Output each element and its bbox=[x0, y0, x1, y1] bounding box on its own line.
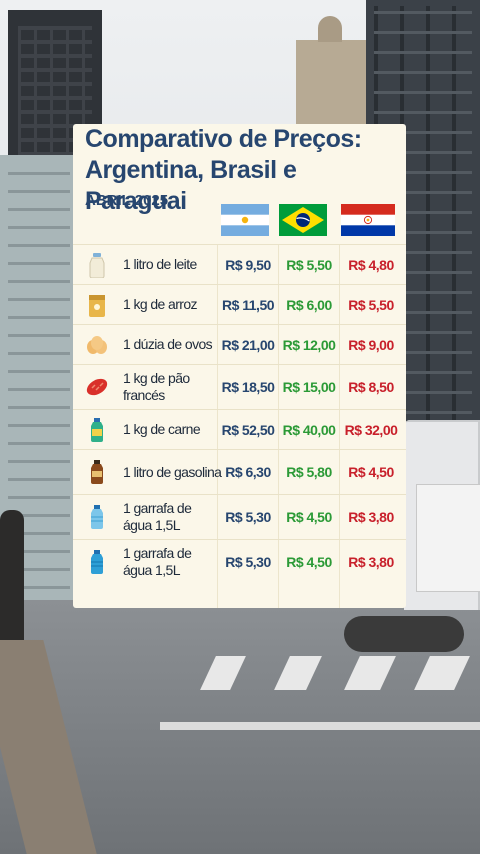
title-line-1: Comparativo de Preços: bbox=[85, 125, 362, 153]
milk-bottle-icon bbox=[89, 253, 105, 278]
item-name: 1 litro de leite bbox=[123, 256, 197, 272]
price-argentina: R$ 18,50 bbox=[221, 379, 275, 395]
price-argentina: R$ 9,50 bbox=[225, 256, 271, 273]
price-argentina: R$ 52,50 bbox=[221, 421, 275, 438]
table-row-arroz: 1 kg de arroz R$ 11,50 R$ 6,00 R$ 5,50 bbox=[73, 284, 406, 324]
table-row-gasolina: 1 litro de gasolina R$ 6,30 R$ 5,80 R$ 4… bbox=[73, 449, 406, 494]
price-brasil: R$ 40,00 bbox=[282, 421, 336, 438]
item-name: 1 litro de gasolina bbox=[123, 463, 222, 480]
white-truck bbox=[344, 420, 480, 652]
price-argentina: R$ 21,00 bbox=[221, 336, 275, 353]
paraguai-flag-icon bbox=[341, 204, 395, 236]
price-brasil: R$ 4,50 bbox=[286, 509, 332, 525]
table-row-carne: 1 kg de carne R$ 52,50 R$ 40,00 R$ 32,00 bbox=[73, 409, 406, 449]
item-name: 1 garrafa de água 1,5L bbox=[123, 500, 192, 533]
argentina-flag-icon bbox=[221, 204, 269, 236]
price-brasil: R$ 5,50 bbox=[286, 256, 332, 273]
meat-bottle-icon bbox=[91, 418, 103, 442]
lane-marking bbox=[160, 722, 480, 730]
bread-icon bbox=[86, 378, 108, 396]
price-paraguai: R$ 9,00 bbox=[348, 336, 394, 353]
eggs-icon bbox=[87, 336, 107, 354]
price-paraguai: R$ 4,80 bbox=[348, 256, 394, 273]
price-paraguai: R$ 8,50 bbox=[348, 379, 394, 395]
table-row-pao: 1 kg de pão francés R$ 18,50 R$ 15,00 R$… bbox=[73, 364, 406, 409]
table-row-ovos: 1 dúzia de ovos R$ 21,00 R$ 12,00 R$ 9,0… bbox=[73, 324, 406, 364]
pedestrian bbox=[0, 510, 24, 640]
price-table: 1 litro de leite R$ 9,50 R$ 5,50 R$ 4,80… bbox=[73, 244, 406, 584]
price-paraguai: R$ 5,50 bbox=[348, 296, 394, 313]
price-brasil: R$ 12,00 bbox=[282, 336, 336, 353]
brasil-flag-icon bbox=[279, 204, 327, 236]
table-row-leite: 1 litro de leite R$ 9,50 R$ 5,50 R$ 4,80 bbox=[73, 244, 406, 284]
price-paraguai: R$ 3,80 bbox=[348, 554, 394, 570]
price-brasil: R$ 4,50 bbox=[286, 554, 332, 570]
price-argentina: R$ 5,30 bbox=[225, 554, 271, 570]
item-name: 1 kg de pão francés bbox=[123, 370, 190, 403]
date-subtitle: ABRIL 2025 bbox=[85, 192, 169, 209]
rice-bag-icon bbox=[89, 295, 105, 317]
price-comparison-card: Comparativo de Preços: Argentina, Brasil… bbox=[73, 124, 406, 608]
price-paraguai: R$ 4,50 bbox=[348, 464, 394, 480]
price-argentina: R$ 11,50 bbox=[221, 296, 275, 313]
price-argentina: R$ 5,30 bbox=[225, 509, 271, 525]
water-bottle-icon bbox=[91, 550, 103, 574]
item-name: 1 dúzia de ovos bbox=[123, 336, 213, 352]
price-brasil: R$ 6,00 bbox=[286, 296, 332, 313]
price-argentina: R$ 6,30 bbox=[225, 464, 271, 480]
item-name: 1 kg de carne bbox=[123, 421, 201, 437]
table-row-agua: 1 garrafa de água 1,5L R$ 5,30 R$ 4,50 R… bbox=[73, 539, 406, 584]
price-paraguai: R$ 3,80 bbox=[348, 509, 394, 525]
table-row-agua: 1 garrafa de água 1,5L R$ 5,30 R$ 4,50 R… bbox=[73, 494, 406, 539]
price-brasil: R$ 5,80 bbox=[286, 464, 332, 480]
item-name: 1 kg de arroz bbox=[123, 296, 198, 312]
item-name: 1 garrafa de água 1,5L bbox=[123, 545, 192, 578]
price-brasil: R$ 15,00 bbox=[282, 379, 336, 395]
price-paraguai: R$ 32,00 bbox=[344, 421, 398, 438]
gasoline-bottle-icon bbox=[91, 460, 103, 484]
water-bottle-icon bbox=[91, 505, 103, 529]
